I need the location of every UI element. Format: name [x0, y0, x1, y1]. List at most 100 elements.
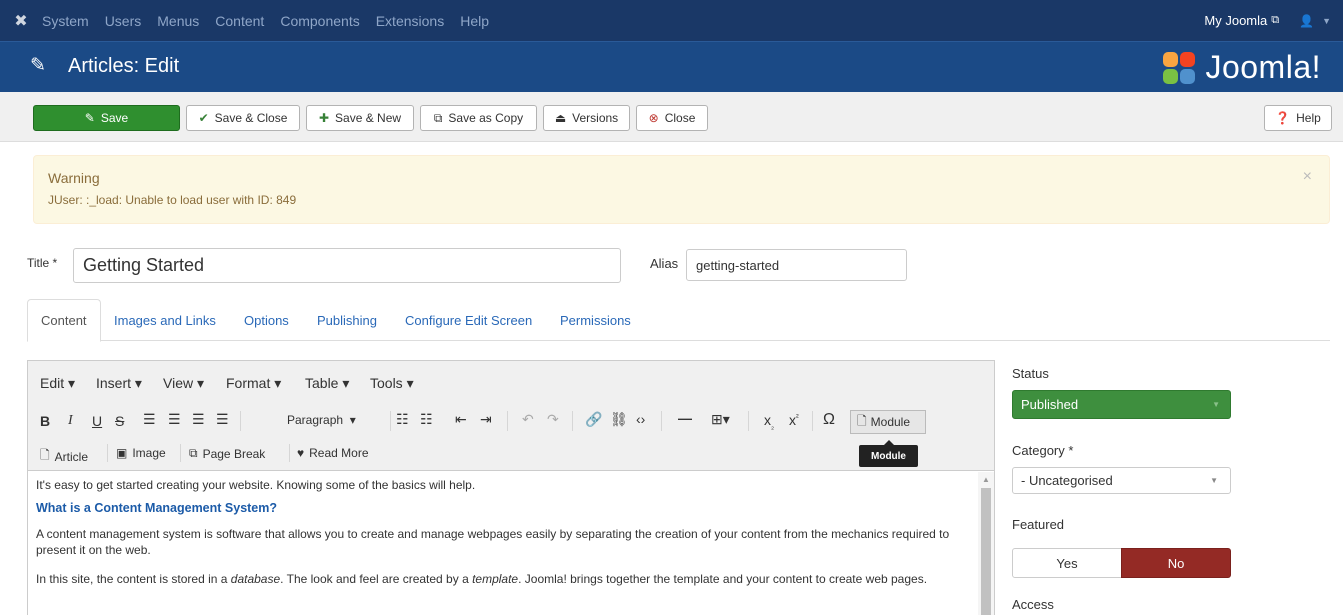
divider: [107, 444, 108, 462]
italic-icon[interactable]: I: [68, 413, 73, 429]
user-icon[interactable]: 👤: [1299, 14, 1314, 28]
editor-menu-table[interactable]: Table ▾: [305, 375, 349, 392]
menu-users[interactable]: Users: [105, 13, 142, 29]
image-button[interactable]: ▣ Image: [116, 446, 166, 460]
numbered-list-icon[interactable]: ☷: [420, 411, 433, 428]
featured-yes-button[interactable]: Yes: [1012, 548, 1122, 578]
editor-content[interactable]: It's easy to get started creating your w…: [28, 472, 976, 615]
status-select[interactable]: Published ▼: [1012, 390, 1231, 419]
module-button[interactable]: 🗋 Module: [850, 410, 926, 434]
featured-no-button[interactable]: No: [1121, 548, 1231, 578]
joomla-logo-icon: [1161, 50, 1199, 86]
check-icon: ✔: [198, 111, 209, 125]
menu-extensions[interactable]: Extensions: [376, 13, 444, 29]
file-plus-icon: 🗋: [857, 413, 867, 428]
external-link-icon: ⧉: [1271, 14, 1280, 26]
menu-menus[interactable]: Menus: [157, 13, 199, 29]
indent-icon[interactable]: ⇥: [480, 411, 492, 428]
copy-icon: ⧉: [189, 446, 198, 460]
tab-configure-edit-screen[interactable]: Configure Edit Screen: [405, 299, 532, 341]
page-title: Articles: Edit: [68, 55, 180, 77]
site-link[interactable]: My Joomla: [1204, 13, 1267, 28]
article-button[interactable]: 🗋 Article: [40, 446, 88, 467]
link-icon[interactable]: 🔗: [585, 411, 602, 428]
scroll-thumb[interactable]: [981, 488, 991, 615]
status-label: Status: [1012, 366, 1049, 381]
featured-label: Featured: [1012, 517, 1065, 532]
nav-right: My Joomla ⧉ 👤 ▼: [1204, 0, 1331, 41]
bold-icon[interactable]: B: [40, 413, 50, 429]
superscript-icon[interactable]: x²: [789, 412, 799, 428]
align-left-icon[interactable]: ☰: [143, 411, 156, 428]
paragraph-select[interactable]: Paragraph ▾: [287, 413, 356, 427]
read-more-button[interactable]: ♥ Read More: [297, 446, 369, 460]
menu-system[interactable]: System: [42, 13, 89, 29]
menu-help[interactable]: Help: [460, 13, 489, 29]
chevron-down-icon: ▼: [1212, 400, 1220, 409]
outdent-icon[interactable]: ⇤: [455, 411, 467, 428]
alias-input[interactable]: getting-started: [686, 249, 907, 281]
divider: [289, 444, 290, 462]
save-button[interactable]: ✎ Save: [33, 105, 180, 131]
help-button[interactable]: ❓ Help: [1264, 105, 1332, 131]
horizontal-rule-icon[interactable]: —: [678, 410, 692, 426]
editor-menu-edit[interactable]: Edit ▾: [40, 375, 75, 392]
editor-menubar: Edit ▾ Insert ▾ View ▾ Format ▾ Table ▾ …: [28, 361, 994, 407]
tab-options[interactable]: Options: [244, 299, 289, 341]
underline-icon[interactable]: U: [92, 413, 102, 429]
unlink-icon[interactable]: ⛓: [610, 411, 628, 428]
warning-alert: Warning JUser: :_load: Unable to load us…: [33, 155, 1330, 224]
divider: [748, 411, 749, 431]
tab-permissions[interactable]: Permissions: [560, 299, 631, 341]
editor-menu-insert[interactable]: Insert ▾: [96, 375, 142, 392]
paragraph: It's easy to get started creating your w…: [36, 478, 476, 492]
heart-icon: ♥: [297, 446, 305, 460]
strikethrough-icon[interactable]: S: [115, 413, 124, 429]
save-copy-button[interactable]: ⧉ Save as Copy: [420, 105, 537, 131]
table-icon[interactable]: ⊞▾: [711, 411, 730, 428]
category-label: Category *: [1012, 443, 1074, 458]
pencil-icon: ✎: [30, 55, 46, 76]
align-justify-icon[interactable]: ☰: [216, 411, 229, 428]
paragraph: In this site, the content is stored in a…: [36, 572, 928, 586]
editor-menu-view[interactable]: View ▾: [163, 375, 204, 392]
menu-content[interactable]: Content: [215, 13, 264, 29]
tab-bar: Content Images and Links Options Publish…: [27, 299, 1330, 342]
heading: What is a Content Management System?: [36, 501, 278, 515]
special-char-icon[interactable]: Ω: [823, 411, 835, 429]
tab-content[interactable]: Content: [27, 299, 101, 342]
save-new-button[interactable]: ✚ Save & New: [306, 105, 414, 131]
joomla-icon[interactable]: ✖: [0, 0, 42, 41]
editor-menu-tools[interactable]: Tools ▾: [370, 375, 414, 392]
close-icon[interactable]: ×: [1303, 168, 1312, 186]
category-select[interactable]: - Uncategorised ▼: [1012, 467, 1231, 494]
versions-button[interactable]: ⏏ Versions: [543, 105, 630, 131]
divider: [812, 411, 813, 431]
undo-icon[interactable]: ↶: [522, 411, 534, 428]
page-break-button[interactable]: ⧉ Page Break: [189, 446, 265, 461]
close-button[interactable]: ⊗ Close: [636, 105, 708, 131]
alias-label: Alias: [650, 256, 679, 271]
title-label: Title *: [27, 256, 58, 270]
divider: [507, 411, 508, 431]
chevron-down-icon[interactable]: ▼: [1322, 16, 1331, 26]
tab-publishing[interactable]: Publishing: [317, 299, 377, 341]
editor-menu-format[interactable]: Format ▾: [226, 375, 281, 392]
menu-components[interactable]: Components: [280, 13, 359, 29]
redo-icon[interactable]: ↷: [547, 411, 559, 428]
code-icon[interactable]: ‹›: [636, 411, 645, 427]
access-label: Access: [1012, 597, 1054, 612]
align-right-icon[interactable]: ☰: [192, 411, 205, 428]
editor-scrollbar[interactable]: ▲: [978, 472, 994, 615]
title-input[interactable]: Getting Started: [73, 248, 621, 283]
image-icon: ▣: [116, 446, 128, 460]
joomla-brand-text: Joomla!: [1205, 49, 1321, 85]
scroll-up-icon[interactable]: ▲: [982, 475, 990, 484]
subscript-icon[interactable]: x₂: [764, 412, 774, 431]
align-center-icon[interactable]: ☰: [168, 411, 181, 428]
save-close-button[interactable]: ✔ Save & Close: [186, 105, 300, 131]
tab-images-links[interactable]: Images and Links: [114, 299, 216, 341]
top-navbar: ✖ System Users Menus Content Components …: [0, 0, 1343, 41]
divider: [661, 411, 662, 431]
bullet-list-icon[interactable]: ☷: [396, 411, 409, 428]
